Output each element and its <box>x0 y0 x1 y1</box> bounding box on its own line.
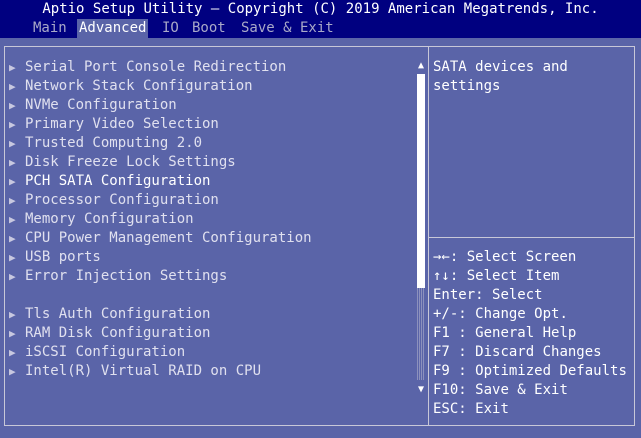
menu-item-label: Error Injection Settings <box>25 268 228 284</box>
submenu-arrow-icon: ▶ <box>9 118 16 131</box>
menu-item-nvme-configuration[interactable]: ▶ NVMe Configuration <box>9 96 177 115</box>
key-name: +/- <box>433 306 459 322</box>
key-name: F7 <box>433 344 459 360</box>
key-hint: Enter: Select <box>433 286 543 305</box>
submenu-arrow-icon: ▶ <box>9 137 16 150</box>
tab-main[interactable]: Main <box>31 19 69 38</box>
menu-item-primary-video-selection[interactable]: ▶ Primary Video Selection <box>9 115 219 134</box>
menu-item-label: Memory Configuration <box>25 211 194 227</box>
menu-item-iscsi-configuration[interactable]: ▶ iSCSI Configuration <box>9 343 185 362</box>
key-action: : Save & Exit <box>458 382 568 398</box>
key-action: : Change Opt. <box>458 306 568 322</box>
scroll-down-arrow-icon[interactable]: ▼ <box>414 383 428 397</box>
menu-item-label: Primary Video Selection <box>25 116 219 132</box>
key-name: F9 <box>433 363 459 379</box>
menu-item-label: iSCSI Configuration <box>25 344 186 360</box>
menu-item-label: Processor Configuration <box>25 192 219 208</box>
scrollbar-thumb[interactable] <box>417 74 425 288</box>
submenu-arrow-icon: ▶ <box>9 327 16 340</box>
menu-item-label: CPU Power Management Configuration <box>25 230 312 246</box>
menu-item-network-stack-configuration[interactable]: ▶ Network Stack Configuration <box>9 77 253 96</box>
submenu-arrow-icon: ▶ <box>9 194 16 207</box>
menu-item-tls-auth-configuration[interactable]: ▶ Tls Auth Configuration <box>9 305 210 324</box>
key-action: : Exit <box>458 401 509 417</box>
submenu-arrow-icon: ▶ <box>9 175 16 188</box>
submenu-arrow-icon: ▶ <box>9 156 16 169</box>
submenu-arrow-icon: ▶ <box>9 365 16 378</box>
key-name: F1 <box>433 325 459 341</box>
menu-item-label: RAM Disk Configuration <box>25 325 211 341</box>
menu-item-usb-ports[interactable]: ▶ USB ports <box>9 248 101 267</box>
menu-item-trusted-computing-2-0[interactable]: ▶ Trusted Computing 2.0 <box>9 134 202 153</box>
key-hint: F10: Save & Exit <box>433 381 568 400</box>
menu-item-label: NVMe Configuration <box>25 97 177 113</box>
submenu-arrow-icon: ▶ <box>9 61 16 74</box>
menu-bar: Main Advanced IO Boot Save & Exit <box>0 19 641 38</box>
menu-item-ram-disk-configuration[interactable]: ▶ RAM Disk Configuration <box>9 324 210 343</box>
key-action: : Select Item <box>449 268 560 284</box>
help-divider <box>429 237 634 238</box>
menu-item-pch-sata-configuration[interactable]: ▶ PCH SATA Configuration <box>9 172 210 191</box>
menu-item-label: Trusted Computing 2.0 <box>25 135 203 151</box>
key-action: : Optimized Defaults <box>458 363 627 379</box>
submenu-arrow-icon: ▶ <box>9 232 16 245</box>
tab-io[interactable]: IO <box>160 19 181 38</box>
submenu-arrow-icon: ▶ <box>9 80 16 93</box>
key-action: : Select <box>475 287 543 303</box>
menu-item-intel-r-virtual-raid-on-cpu[interactable]: ▶ Intel(R) Virtual RAID on CPU <box>9 362 261 381</box>
menu-item-error-injection-settings[interactable]: ▶ Error Injection Settings <box>9 267 227 286</box>
key-hint: F7 : Discard Changes <box>433 343 602 362</box>
key-name: →← <box>433 249 450 265</box>
tab-save-exit[interactable]: Save & Exit <box>239 19 336 38</box>
menu-item-label: Serial Port Console Redirection <box>25 59 287 75</box>
panel-divider <box>428 46 429 426</box>
submenu-arrow-icon: ▶ <box>9 308 16 321</box>
title-bar: Aptio Setup Utility – Copyright (C) 2019… <box>0 0 641 19</box>
key-name: Enter <box>433 287 476 303</box>
menu-item-processor-configuration[interactable]: ▶ Processor Configuration <box>9 191 219 210</box>
submenu-arrow-icon: ▶ <box>9 251 16 264</box>
submenu-arrow-icon: ▶ <box>9 346 16 359</box>
key-name: F10 <box>433 382 459 398</box>
menu-item-serial-port-console-redirection[interactable]: ▶ Serial Port Console Redirection <box>9 58 286 77</box>
submenu-arrow-icon: ▶ <box>9 270 16 283</box>
key-name: ↑↓ <box>433 268 450 284</box>
key-name: ESC <box>433 401 459 417</box>
menu-item-label: Tls Auth Configuration <box>25 306 211 322</box>
key-action: : General Help <box>458 325 577 341</box>
key-action: : Select Screen <box>449 249 577 265</box>
key-hint: +/-: Change Opt. <box>433 305 568 324</box>
submenu-arrow-icon: ▶ <box>9 99 16 112</box>
help-text: SATA devices and settings <box>433 59 568 94</box>
menu-item-label: Intel(R) Virtual RAID on CPU <box>25 363 262 379</box>
tab-boot[interactable]: Boot <box>190 19 228 38</box>
menu-item-disk-freeze-lock-settings[interactable]: ▶ Disk Freeze Lock Settings <box>9 153 236 172</box>
tab-advanced[interactable]: Advanced <box>77 19 149 38</box>
submenu-arrow-icon: ▶ <box>9 213 16 226</box>
menu-item-memory-configuration[interactable]: ▶ Memory Configuration <box>9 210 194 229</box>
key-hint: F9 : Optimized Defaults <box>433 362 627 381</box>
key-hint: F1 : General Help <box>433 324 576 343</box>
menu-item-label: USB ports <box>25 249 101 265</box>
key-hint: ↑↓: Select Item <box>433 267 559 286</box>
key-action: : Discard Changes <box>458 344 602 360</box>
menu-item-label: PCH SATA Configuration <box>25 173 211 189</box>
menu-item-label: Disk Freeze Lock Settings <box>25 154 236 170</box>
menu-item-label: Network Stack Configuration <box>25 78 253 94</box>
key-hint: →←: Select Screen <box>433 248 576 267</box>
key-hint: ESC: Exit <box>433 400 509 419</box>
scroll-up-arrow-icon[interactable]: ▲ <box>414 59 428 73</box>
menu-item-cpu-power-management-configuration[interactable]: ▶ CPU Power Management Configuration <box>9 229 312 248</box>
